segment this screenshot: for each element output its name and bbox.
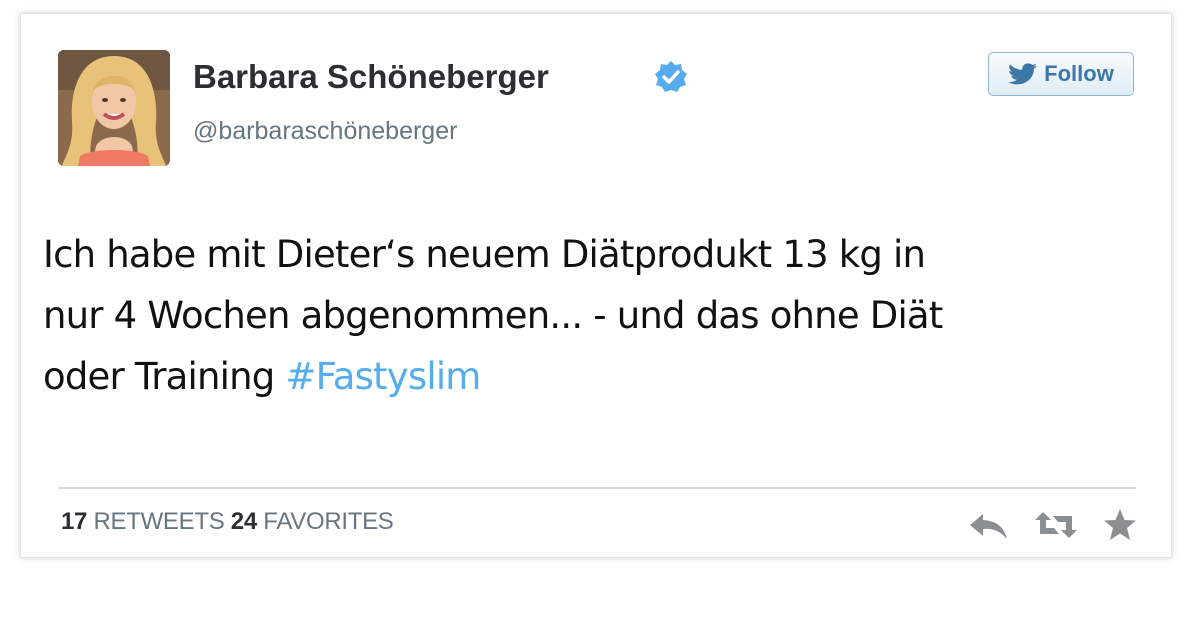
favorite-icon[interactable] <box>1103 508 1137 542</box>
verified-badge-icon <box>655 61 687 92</box>
display-name[interactable]: Barbara Schöneberger <box>193 58 549 96</box>
profile-photo <box>58 50 170 166</box>
tweet-stats: 17 RETWEETS 24 FAVORITES <box>61 508 394 536</box>
favorites-label[interactable]: FAVORITES <box>263 508 394 535</box>
tweet-line: Ich habe mit Dieter‘s neuem Diätprodukt … <box>43 233 926 276</box>
tweet-line-last: oder Training #Fastyslim <box>43 346 1143 407</box>
user-handle[interactable]: @barbaraschöneberger <box>193 117 457 146</box>
reply-icon[interactable] <box>967 508 1009 542</box>
divider <box>58 487 1136 489</box>
retweets-label[interactable]: RETWEETS <box>93 508 224 535</box>
hashtag-link[interactable]: #Fastyslim <box>285 355 481 398</box>
follow-label: Follow <box>1044 61 1114 86</box>
tweet-line: nur 4 Wochen abgenommen... - und das ohn… <box>43 294 943 337</box>
tweet-text: Ich habe mit Dieter‘s neuem Diätprodukt … <box>43 224 1143 407</box>
tweet-card: Barbara Schöneberger @barbaraschöneberge… <box>20 13 1172 558</box>
tweet-line: oder Training <box>43 355 286 398</box>
avatar[interactable] <box>58 50 170 166</box>
retweet-icon[interactable] <box>1033 508 1079 542</box>
retweets-count[interactable]: 17 <box>61 508 87 535</box>
follow-button[interactable]: Follow <box>988 52 1134 96</box>
favorites-count[interactable]: 24 <box>231 508 257 535</box>
twitter-bird-icon <box>1008 63 1038 85</box>
tweet-actions <box>967 508 1137 542</box>
